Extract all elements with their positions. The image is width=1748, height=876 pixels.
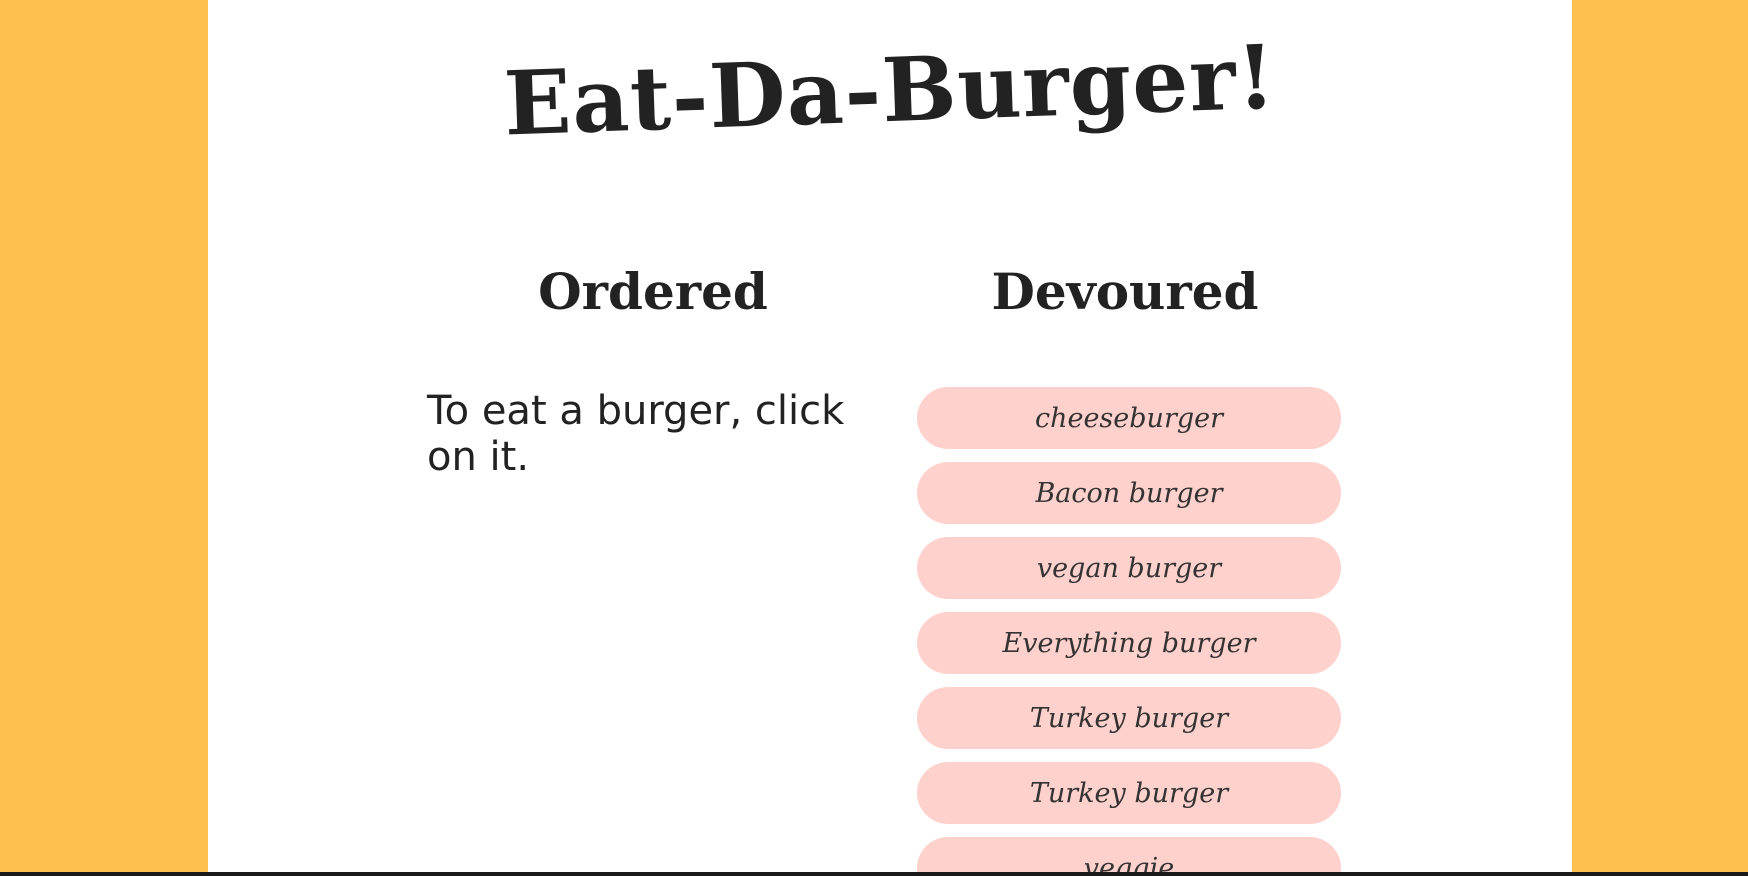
main-panel: Eat-Da-Burger! Ordered Devoured To eat a…	[208, 0, 1572, 872]
burger-item-bacon-burger[interactable]: Bacon burger	[917, 462, 1341, 524]
page-title: Eat-Da-Burger!	[502, 24, 1278, 156]
burger-item-vegan-burger[interactable]: vegan burger	[917, 537, 1341, 599]
burger-item-turkey-burger-2[interactable]: Turkey burger	[917, 762, 1341, 824]
ordered-hint: To eat a burger, click on it.	[427, 388, 845, 480]
burger-item-turkey-burger[interactable]: Turkey burger	[917, 687, 1341, 749]
burger-item-veggie[interactable]: veggie	[917, 837, 1341, 872]
burger-item-everything-burger[interactable]: Everything burger	[917, 612, 1341, 674]
ordered-heading: Ordered	[538, 262, 768, 321]
taskbar-strip	[0, 872, 1748, 876]
devoured-list: cheeseburger Bacon burger vegan burger E…	[917, 387, 1341, 872]
burger-item-cheeseburger[interactable]: cheeseburger	[917, 387, 1341, 449]
devoured-heading: Devoured	[991, 262, 1259, 321]
